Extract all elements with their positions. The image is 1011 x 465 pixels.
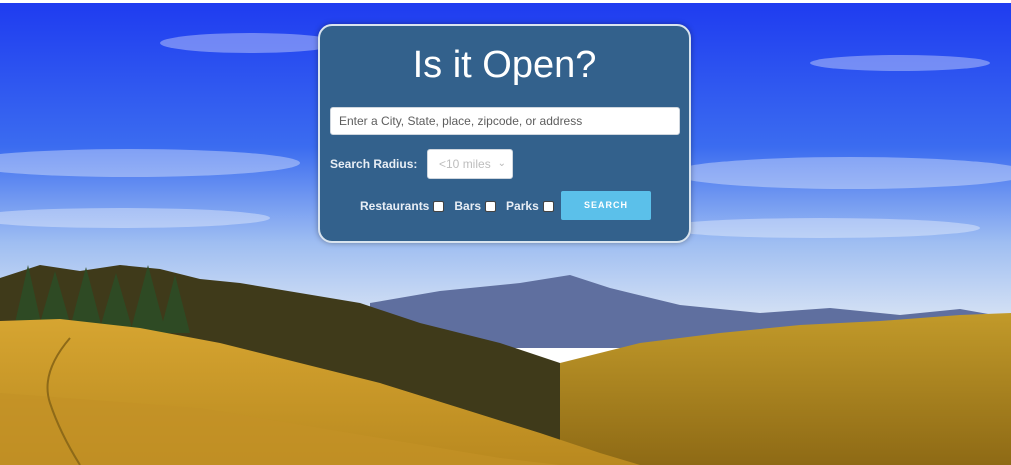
chevron-down-icon: ⌄: [497, 158, 506, 169]
filter-options: Restaurants Bars Parks: [360, 198, 564, 214]
filter-bars-label: Bars: [454, 199, 482, 213]
filter-restaurants-checkbox[interactable]: [433, 200, 445, 212]
search-radius-value: <10 miles: [439, 157, 491, 171]
page: Is it Open? Search Radius: <10 miles ⌄ R…: [0, 0, 1011, 465]
search-button[interactable]: SEARCH: [561, 191, 651, 220]
filter-bars: Bars: [454, 199, 497, 213]
search-card: Is it Open? Search Radius: <10 miles ⌄ R…: [318, 24, 691, 243]
search-radius-label: Search Radius:: [330, 157, 418, 171]
search-radius-select[interactable]: <10 miles ⌄: [427, 149, 513, 179]
location-search-input[interactable]: [330, 107, 680, 135]
filter-bars-checkbox[interactable]: [485, 200, 497, 212]
filter-parks-checkbox[interactable]: [542, 200, 554, 212]
page-title: Is it Open?: [412, 44, 597, 86]
filter-parks-label: Parks: [506, 199, 539, 213]
filter-restaurants: Restaurants: [360, 199, 445, 213]
filter-restaurants-label: Restaurants: [360, 199, 430, 213]
filter-parks: Parks: [506, 199, 554, 213]
